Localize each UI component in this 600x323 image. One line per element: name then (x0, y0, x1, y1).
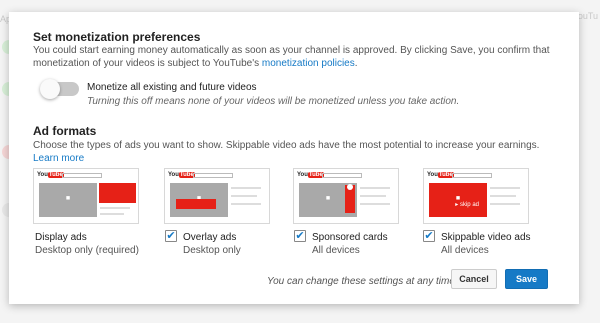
sidebar-line-graphic (100, 207, 130, 209)
youtube-logo: YouTube (427, 172, 454, 178)
sidebar-line-graphic (231, 203, 261, 205)
sidebar-line-graphic (360, 203, 390, 205)
video-camera-icon: ■ (325, 195, 331, 202)
overlay-ads-label: Overlay ads (183, 232, 237, 243)
learn-more-link[interactable]: Learn more (33, 153, 84, 164)
video-ad-graphic: ■ ▸ skip ad (429, 183, 487, 217)
video-camera-icon: ■ (65, 195, 71, 202)
sidebar-line-graphic (231, 195, 257, 197)
video-player-graphic: ■ (39, 183, 97, 217)
ad-formats-description-text: Choose the types of ads you want to show… (33, 140, 540, 151)
search-bar-graphic (452, 173, 492, 178)
overlay-ad-graphic (176, 199, 216, 209)
display-ads-sublabel: Desktop only (required) (35, 245, 139, 256)
sponsored-cards-checkbox[interactable]: ✔ (294, 230, 306, 242)
display-ads-label: Display ads (35, 232, 87, 243)
skippable-video-ads-preview: YouTube ■ ▸ skip ad (423, 168, 529, 224)
save-button[interactable]: Save (505, 269, 548, 289)
sidebar-line-graphic (231, 187, 261, 189)
monetize-toggle-knob[interactable] (40, 79, 60, 99)
overlay-ads-sublabel: Desktop only (183, 245, 241, 256)
sidebar-line-graphic (490, 203, 520, 205)
youtube-logo-you: You (297, 172, 308, 178)
monetization-dialog: Set monetization preferences You could s… (9, 12, 579, 304)
sidebar-line-graphic (360, 195, 386, 197)
settings-change-note: You can change these settings at any tim… (267, 276, 458, 287)
display-ad-graphic (99, 183, 136, 203)
monetization-policies-link[interactable]: monetization policies (262, 58, 355, 69)
sponsored-cards-sublabel: All devices (312, 245, 360, 256)
sponsored-cards-preview: YouTube ■ (293, 168, 399, 224)
sidebar-line-graphic (100, 213, 124, 215)
youtube-logo: YouTube (297, 172, 324, 178)
cancel-button[interactable]: Cancel (451, 269, 497, 289)
monetize-toggle-label: Monetize all existing and future videos (87, 82, 257, 93)
youtube-logo-you: You (427, 172, 438, 178)
overlay-ads-checkbox[interactable]: ✔ (165, 230, 177, 242)
youtube-logo-you: You (37, 172, 48, 178)
overlay-ads-preview: YouTube ■ (164, 168, 270, 224)
monetization-description-end: . (354, 58, 358, 69)
skippable-video-ads-label: Skippable video ads (441, 232, 531, 243)
search-bar-graphic (322, 173, 362, 178)
skip-ad-graphic: ▸ skip ad (455, 202, 479, 208)
sponsored-cards-label: Sponsored cards (312, 232, 388, 243)
search-bar-graphic (193, 173, 233, 178)
youtube-logo: YouTube (168, 172, 195, 178)
ad-formats-title: Ad formats (33, 124, 97, 138)
display-ads-preview: YouTube ■ (33, 168, 139, 224)
skippable-video-ads-sublabel: All devices (441, 245, 489, 256)
info-icon (347, 184, 353, 190)
sidebar-line-graphic (490, 195, 516, 197)
skippable-video-ads-checkbox[interactable]: ✔ (423, 230, 435, 242)
search-bar-graphic (62, 173, 102, 178)
ad-formats-description: Choose the types of ads you want to show… (33, 139, 563, 165)
youtube-logo-you: You (168, 172, 179, 178)
monetize-toggle[interactable] (40, 79, 79, 99)
monetize-toggle-hint: Turning this off means none of your vide… (87, 96, 460, 107)
monetization-description: You could start earning money automatica… (33, 44, 553, 70)
sidebar-line-graphic (360, 187, 390, 189)
monetization-title: Set monetization preferences (33, 30, 201, 44)
youtube-logo: YouTube (37, 172, 64, 178)
sidebar-line-graphic (490, 187, 520, 189)
